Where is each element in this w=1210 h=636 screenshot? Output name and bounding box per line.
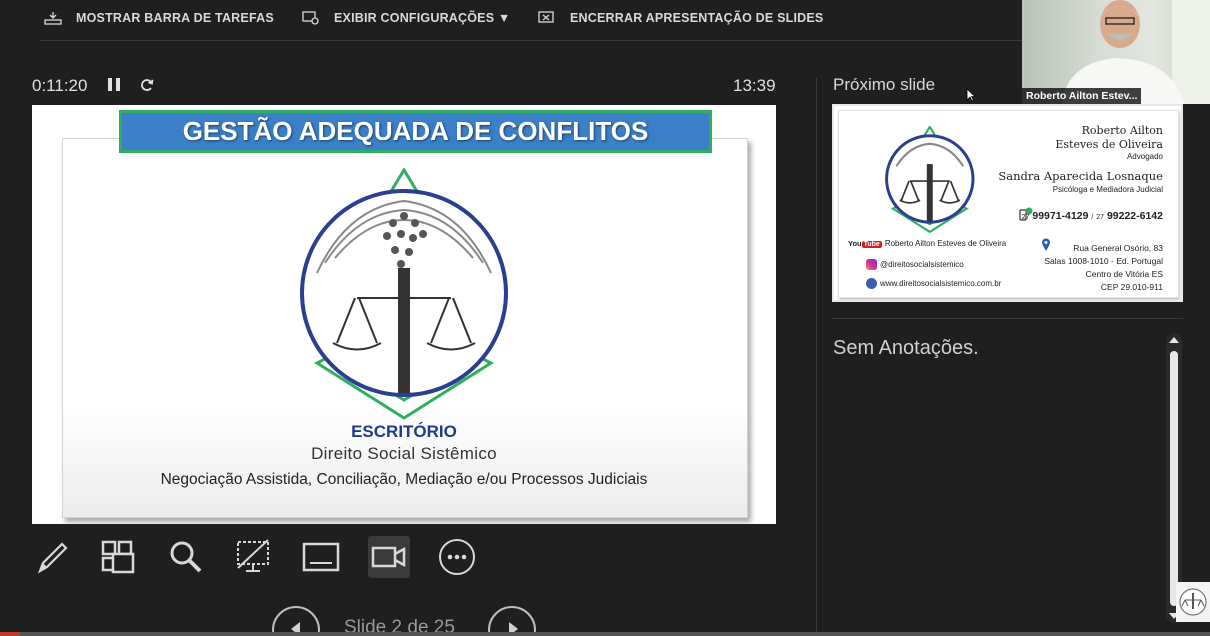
youtube-channel: Roberto Ailton Esteves de Oliveira	[884, 239, 1007, 248]
pen-tool-button[interactable]	[32, 536, 74, 578]
participant-name: Roberto Ailton Estev...	[1022, 88, 1142, 104]
card-logo-icon	[885, 126, 975, 234]
current-slide[interactable]: GESTÃO ADEQUADA DE CONFLITOS ESCRITÓRIO …	[32, 105, 776, 524]
instagram-icon	[866, 259, 877, 270]
phone-ddd-2: 27	[1096, 214, 1105, 221]
next-slide-label: Próximo slide	[833, 75, 936, 94]
top-toolbar: MOSTRAR BARRA DE TAREFAS EXIBIR CONFIGUR…	[0, 0, 1020, 40]
camera-toggle-button[interactable]	[368, 536, 410, 578]
scrollbar-thumb[interactable]	[1170, 351, 1178, 606]
camera-icon	[371, 546, 406, 568]
zoom-button[interactable]	[165, 536, 207, 578]
speaker-notes: Sem Anotações.	[833, 337, 979, 359]
slide-title: GESTÃO ADEQUADA DE CONFLITOS	[119, 110, 712, 153]
next-slide-preview[interactable]: Roberto Ailton Esteves de Oliveira Advog…	[832, 104, 1183, 302]
pen-icon	[37, 542, 68, 574]
card-phones: 27 99971-4129 / 27 99222-6142	[1022, 210, 1163, 222]
toolbar-divider	[40, 40, 1022, 41]
card-name-line1: Roberto Ailton	[1081, 124, 1163, 137]
address-line-2: Salas 1008-1010 - Ed. Portugal	[1044, 256, 1163, 266]
office-name: Direito Social Sistêmico	[311, 444, 497, 463]
taskbar-icon	[44, 12, 62, 25]
webcam-video: Roberto Ailton Estev...	[1022, 0, 1210, 104]
website-icon	[866, 278, 877, 289]
end-slideshow-button[interactable]: ENCERRAR APRESENTAÇÃO DE SLIDES	[538, 10, 823, 26]
card-instagram: @direitosocialsistemico	[866, 259, 964, 270]
tree-scales-logo-icon	[300, 168, 508, 420]
current-time: 13:39	[733, 76, 776, 95]
end-slideshow-label: ENCERRAR APRESENTAÇÃO DE SLIDES	[570, 11, 824, 25]
mouse-cursor-icon	[966, 88, 976, 102]
notes-scrollbar[interactable]	[1166, 333, 1182, 623]
office-label: ESCRITÓRIO	[351, 422, 457, 441]
elapsed-timer: 0:11:20	[32, 76, 88, 95]
display-settings-icon	[302, 11, 319, 25]
card-name-sandra: Sandra Aparecida Losnaque	[998, 169, 1163, 183]
phone-number-2: 99222-6142	[1106, 210, 1163, 222]
phone-ddd-1: 27	[1021, 214, 1030, 221]
scroll-up-arrow-icon[interactable]	[1169, 337, 1179, 343]
display-settings-label: EXIBIR CONFIGURAÇÕES ▼	[334, 11, 511, 25]
pause-timer-button[interactable]	[108, 78, 122, 94]
panel-divider	[816, 78, 817, 636]
card-website: www.direitosocialsistemico.com.br	[866, 278, 1001, 289]
services-text: Negociação Assistida, Conciliação, Media…	[160, 471, 648, 488]
notes-divider	[832, 318, 1183, 319]
more-options-icon	[439, 539, 475, 575]
website-url: www.direitosocialsistemico.com.br	[880, 279, 1002, 288]
more-options-button[interactable]	[436, 536, 478, 578]
card-name-line2: Esteves de Oliveira	[1055, 138, 1163, 151]
card-role-lawyer: Advogado	[1126, 152, 1163, 161]
see-all-slides-button[interactable]	[97, 536, 139, 578]
youtube-icon: You Tube	[848, 239, 882, 248]
address-line-1: Rua General Osório, 83	[1073, 243, 1163, 253]
small-logo-icon	[1176, 582, 1210, 622]
phone-number-1: 99971-4129	[1032, 210, 1089, 222]
card-address: Rua General Osório, 83 Salas 1008-1010 -…	[1044, 242, 1163, 294]
address-line-4: CEP 29.010-911	[1100, 282, 1163, 292]
phone-separator: /	[1091, 214, 1094, 221]
see-all-slides-icon	[101, 540, 135, 574]
subtitles-button[interactable]	[300, 536, 342, 578]
restart-timer-icon[interactable]	[139, 77, 155, 93]
black-screen-icon	[237, 539, 269, 572]
instagram-handle: @direitosocialsistemico	[880, 260, 964, 269]
youtube-badge: Tube	[861, 241, 882, 248]
show-taskbar-label: MOSTRAR BARRA DE TAREFAS	[76, 11, 274, 25]
youtube-prefix: You	[848, 239, 862, 248]
show-taskbar-button[interactable]: MOSTRAR BARRA DE TAREFAS	[44, 10, 274, 26]
black-screen-button[interactable]	[232, 536, 274, 578]
end-slideshow-icon	[538, 11, 554, 23]
zoom-icon	[170, 541, 202, 573]
display-settings-button[interactable]: EXIBIR CONFIGURAÇÕES ▼	[302, 10, 511, 26]
subtitles-icon	[302, 542, 340, 572]
card-role-psychologist: Psicóloga e Mediadora Judicial	[1052, 185, 1163, 194]
card-youtube: You Tube Roberto Ailton Esteves de Oliveir…	[848, 239, 1006, 248]
pause-icon	[108, 78, 112, 91]
progress-strip	[0, 632, 1210, 636]
address-line-3: Centro de Vitória ES	[1085, 269, 1163, 279]
